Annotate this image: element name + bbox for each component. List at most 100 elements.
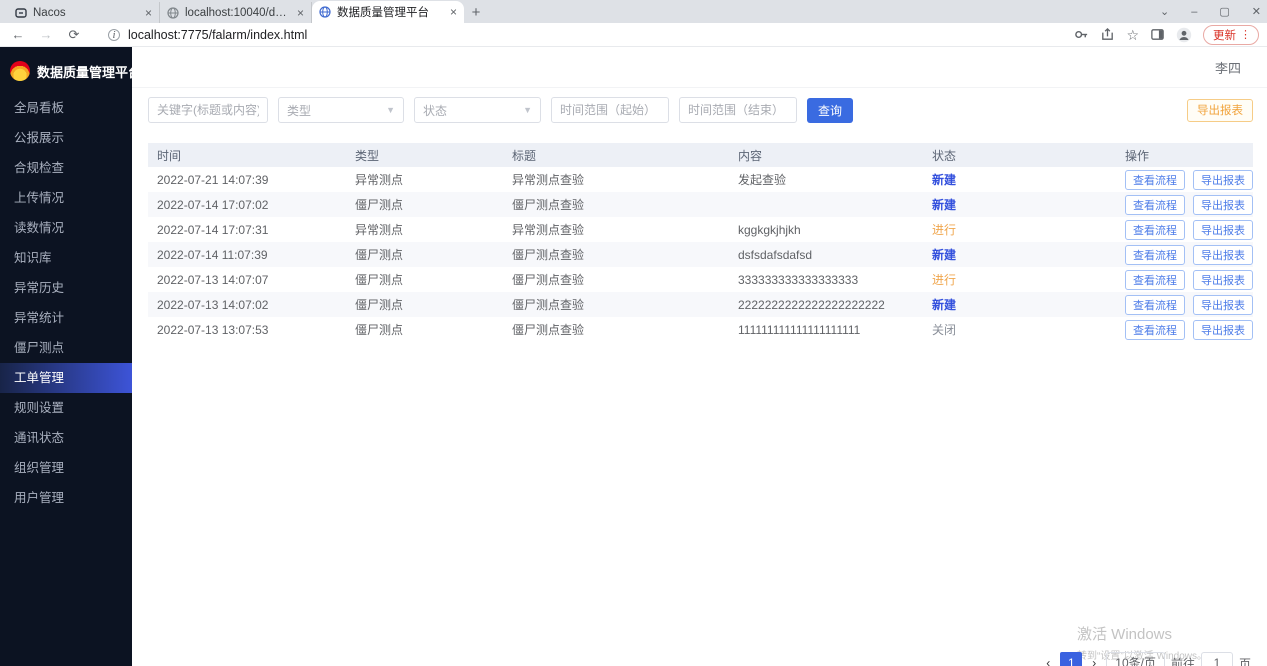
cell-type: 僵尸测点 bbox=[346, 196, 503, 213]
sidebar-item-4[interactable]: 读数情况 bbox=[0, 213, 132, 243]
view-process-button[interactable]: 查看流程 bbox=[1125, 270, 1185, 290]
cell-time: 2022-07-14 17:07:02 bbox=[148, 198, 346, 212]
cell-title: 僵尸测点查验 bbox=[503, 321, 729, 338]
export-row-button[interactable]: 导出报表 bbox=[1193, 195, 1253, 215]
bookmark-star-icon[interactable]: ☆ bbox=[1126, 28, 1139, 42]
back-button[interactable]: ← bbox=[8, 27, 28, 42]
sidebar-item-label: 公报展示 bbox=[14, 131, 64, 145]
export-row-button[interactable]: 导出报表 bbox=[1193, 245, 1253, 265]
sidebar-item-5[interactable]: 知识库 bbox=[0, 243, 132, 273]
sidebar-item-label: 用户管理 bbox=[14, 491, 64, 505]
cell-time: 2022-07-21 14:07:39 bbox=[148, 173, 346, 187]
export-row-button[interactable]: 导出报表 bbox=[1193, 295, 1253, 315]
status-select[interactable]: 状态 ▼ bbox=[414, 97, 541, 123]
cell-time: 2022-07-13 14:07:02 bbox=[148, 298, 346, 312]
view-process-button[interactable]: 查看流程 bbox=[1125, 295, 1185, 315]
end-date-input[interactable] bbox=[679, 97, 797, 123]
table-row: 2022-07-14 17:07:02僵尸测点僵尸测点查验新建查看流程导出报表 bbox=[148, 192, 1253, 217]
maximize-button[interactable]: ▢ bbox=[1219, 5, 1229, 18]
profile-avatar-icon[interactable] bbox=[1176, 27, 1192, 43]
sidebar-item-0[interactable]: 全局看板 bbox=[0, 93, 132, 123]
sidebar-item-label: 合规检查 bbox=[14, 161, 64, 175]
status-badge: 新建 bbox=[932, 248, 956, 262]
browser-toolbar: ← → ⟳ i localhost:7775/falarm/index.html… bbox=[0, 23, 1267, 47]
new-tab-button[interactable]: + bbox=[464, 2, 488, 23]
password-key-icon[interactable] bbox=[1074, 27, 1089, 42]
start-date-input[interactable] bbox=[551, 97, 669, 123]
page-size-select[interactable]: 10条/页 bbox=[1106, 652, 1165, 666]
view-process-button[interactable]: 查看流程 bbox=[1125, 195, 1185, 215]
browser-tab-localhost[interactable]: localhost:10040/demo/psjdbc × bbox=[160, 2, 312, 23]
jump-page-input[interactable] bbox=[1201, 652, 1233, 666]
table-row: 2022-07-14 17:07:31异常测点异常测点查验kggkgkjhjkh… bbox=[148, 217, 1253, 242]
address-bar[interactable]: localhost:7775/falarm/index.html bbox=[128, 28, 1074, 42]
export-row-button[interactable]: 导出报表 bbox=[1193, 170, 1253, 190]
browser-menu-icon[interactable]: ⋮ bbox=[1240, 28, 1251, 41]
search-button[interactable]: 查询 bbox=[807, 98, 853, 123]
sidebar-item-13[interactable]: 用户管理 bbox=[0, 483, 132, 513]
close-icon[interactable]: × bbox=[297, 6, 304, 20]
table-header-row: 时间 类型 标题 内容 状态 操作 bbox=[148, 143, 1253, 167]
share-icon[interactable] bbox=[1100, 27, 1115, 42]
view-process-button[interactable]: 查看流程 bbox=[1125, 245, 1185, 265]
page-1-button[interactable]: 1 bbox=[1060, 652, 1082, 666]
cell-content: 111111111111111111111 bbox=[729, 323, 923, 337]
pagination: ‹ 1 › 10条/页 前往 页 bbox=[1042, 652, 1251, 666]
sidebar-item-8[interactable]: 僵尸测点 bbox=[0, 333, 132, 363]
sidebar-item-9[interactable]: 工单管理 bbox=[0, 363, 132, 393]
tab-label: localhost:10040/demo/psjdbc bbox=[185, 7, 291, 19]
sidebar-item-3[interactable]: 上传情况 bbox=[0, 183, 132, 213]
cell-type: 僵尸测点 bbox=[346, 296, 503, 313]
minimize-button[interactable]: – bbox=[1191, 6, 1197, 18]
view-process-button[interactable]: 查看流程 bbox=[1125, 320, 1185, 340]
side-panel-icon[interactable] bbox=[1150, 27, 1165, 42]
sidebar-item-1[interactable]: 公报展示 bbox=[0, 123, 132, 153]
sidebar-item-label: 异常统计 bbox=[14, 311, 64, 325]
type-select[interactable]: 类型 ▼ bbox=[278, 97, 404, 123]
cell-type: 僵尸测点 bbox=[346, 321, 503, 338]
update-label: 更新 bbox=[1213, 27, 1236, 43]
tab-search-icon[interactable]: ⌄ bbox=[1160, 5, 1169, 18]
window-controls: ⌄ – ▢ ✕ bbox=[1160, 0, 1261, 23]
browser-tab-nacos[interactable]: Nacos × bbox=[8, 2, 160, 23]
site-info-icon[interactable]: i bbox=[108, 29, 120, 41]
forward-button[interactable]: → bbox=[36, 27, 56, 42]
export-report-button[interactable]: 导出报表 bbox=[1187, 99, 1253, 122]
sidebar-item-label: 僵尸测点 bbox=[14, 341, 64, 355]
cell-type: 异常测点 bbox=[346, 221, 503, 238]
column-header-type: 类型 bbox=[346, 147, 503, 164]
chevron-down-icon: ▼ bbox=[523, 105, 532, 115]
sidebar-item-11[interactable]: 通讯状态 bbox=[0, 423, 132, 453]
keyword-input[interactable] bbox=[148, 97, 268, 123]
status-badge: 新建 bbox=[932, 198, 956, 212]
browser-tab-active[interactable]: 数据质量管理平台 × bbox=[312, 1, 464, 23]
tab-label: Nacos bbox=[33, 7, 139, 19]
chrome-update-button[interactable]: 更新 ⋮ bbox=[1203, 25, 1259, 45]
sidebar-item-label: 异常历史 bbox=[14, 281, 64, 295]
prev-page-button[interactable]: ‹ bbox=[1042, 656, 1054, 666]
jump-label-suffix: 页 bbox=[1239, 655, 1251, 666]
cell-time: 2022-07-14 17:07:31 bbox=[148, 223, 346, 237]
close-icon[interactable]: × bbox=[145, 6, 152, 20]
export-row-button[interactable]: 导出报表 bbox=[1193, 320, 1253, 340]
export-row-button[interactable]: 导出报表 bbox=[1193, 220, 1253, 240]
sidebar-item-2[interactable]: 合规检查 bbox=[0, 153, 132, 183]
reload-button[interactable]: ⟳ bbox=[64, 27, 84, 43]
sidebar-item-12[interactable]: 组织管理 bbox=[0, 453, 132, 483]
view-process-button[interactable]: 查看流程 bbox=[1125, 170, 1185, 190]
work-order-table: 时间 类型 标题 内容 状态 操作 2022-07-21 14:07:39 异常测… bbox=[148, 143, 1253, 342]
sidebar: 数据质量管理平台 全局看板公报展示合规检查上传情况读数情况知识库异常历史异常统计… bbox=[0, 47, 132, 666]
sidebar-item-label: 通讯状态 bbox=[14, 431, 64, 445]
sidebar-item-6[interactable]: 异常历史 bbox=[0, 273, 132, 303]
sidebar-item-7[interactable]: 异常统计 bbox=[0, 303, 132, 333]
close-window-button[interactable]: ✕ bbox=[1252, 5, 1261, 18]
next-page-button[interactable]: › bbox=[1088, 656, 1100, 666]
user-name[interactable]: 李四 bbox=[1215, 58, 1241, 77]
close-icon[interactable]: × bbox=[450, 5, 457, 19]
sidebar-item-10[interactable]: 规则设置 bbox=[0, 393, 132, 423]
sidebar-item-label: 上传情况 bbox=[14, 191, 64, 205]
column-header-ops: 操作 bbox=[1116, 147, 1253, 164]
view-process-button[interactable]: 查看流程 bbox=[1125, 220, 1185, 240]
status-badge: 进行 bbox=[932, 273, 956, 287]
export-row-button[interactable]: 导出报表 bbox=[1193, 270, 1253, 290]
